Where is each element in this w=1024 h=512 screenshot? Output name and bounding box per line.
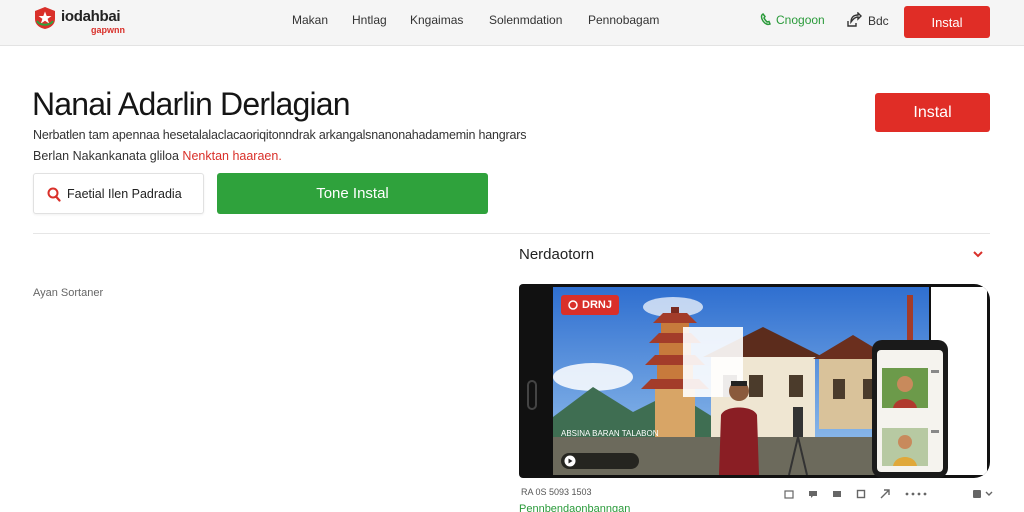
screen-play-pill[interactable] — [561, 453, 639, 469]
brand-logo[interactable]: iodahbai gapwnn — [33, 6, 143, 36]
screen-icon[interactable] — [832, 486, 842, 504]
device-button — [527, 380, 537, 410]
menu-caret-icon[interactable] — [984, 486, 994, 504]
nav-link-kngaimas[interactable]: Kngaimas — [410, 13, 463, 27]
header-install-button[interactable]: Instal — [904, 6, 990, 38]
screen-badge: DRNJ — [561, 295, 619, 315]
brand-subtitle: gapwnn — [91, 25, 125, 35]
nav-link-makan[interactable]: Makan — [292, 13, 328, 27]
hero-description-line2: Berlan Nakankanata gliloa Nenktan haarae… — [33, 149, 282, 163]
hero-description-link[interactable]: Nenktan haaraen. — [182, 149, 281, 163]
primary-install-button[interactable]: Tone Instal — [217, 173, 488, 214]
page-title: Nanai Adarlin Derlagian — [32, 86, 351, 122]
expand-icon[interactable] — [856, 486, 866, 504]
phone-preview[interactable] — [872, 340, 948, 478]
nav-share[interactable]: Bdc — [846, 11, 889, 28]
green-phone-icon — [760, 13, 771, 26]
nav-link-green[interactable]: Cnogoon — [760, 13, 825, 27]
screen-badge-label: DRNJ — [582, 299, 612, 311]
nav-link-pennobagam[interactable]: Pennobagam — [588, 13, 659, 27]
top-navigation-bar: iodahbai gapwnn Makan Hntlag Kngaimas So… — [0, 0, 1024, 46]
chevron-down-icon[interactable] — [972, 250, 984, 258]
preview-stats: RA 0S 5093 1503 — [521, 487, 592, 497]
search-icon — [47, 187, 61, 202]
share-icon — [847, 11, 862, 27]
phone-screen — [877, 350, 943, 472]
search-button[interactable]: Faetial Ilen Padradia — [33, 173, 204, 214]
screen-caption: ABSINA BARAN TALABON ABAHH — [561, 429, 659, 438]
device-icon[interactable] — [972, 486, 982, 504]
share-label: Bdc — [868, 14, 889, 28]
nav-link-solenmdation[interactable]: Solenmdation — [489, 13, 562, 27]
hero-install-button[interactable]: Instal — [875, 93, 990, 132]
left-panel-note: Ayan Sortaner — [33, 287, 104, 299]
play-icon — [564, 455, 576, 467]
logo-star-icon — [35, 7, 55, 29]
hero-description-text: Berlan Nakankanata gliloa — [33, 149, 179, 163]
hero-description-line1: Nerbatlen tam apennaa hesetalalaclacaori… — [33, 128, 527, 142]
section-title: Nerdaotorn — [519, 246, 595, 263]
nav-link-hntlag[interactable]: Hntlag — [352, 13, 387, 27]
caption-icon[interactable] — [784, 486, 794, 504]
badge-icon — [568, 300, 578, 310]
comment-icon[interactable] — [808, 486, 818, 504]
search-label: Faetial Ilen Padradia — [67, 187, 182, 201]
send-icon[interactable] — [880, 486, 890, 504]
phone-content-illustration — [882, 368, 939, 466]
brand-name: iodahbai — [61, 8, 121, 25]
more-icon[interactable] — [904, 486, 928, 504]
preview-sub-link[interactable]: Pennbendaonbanngan — [519, 503, 630, 512]
green-link-label: Cnogoon — [776, 13, 825, 27]
section-divider — [33, 233, 990, 234]
